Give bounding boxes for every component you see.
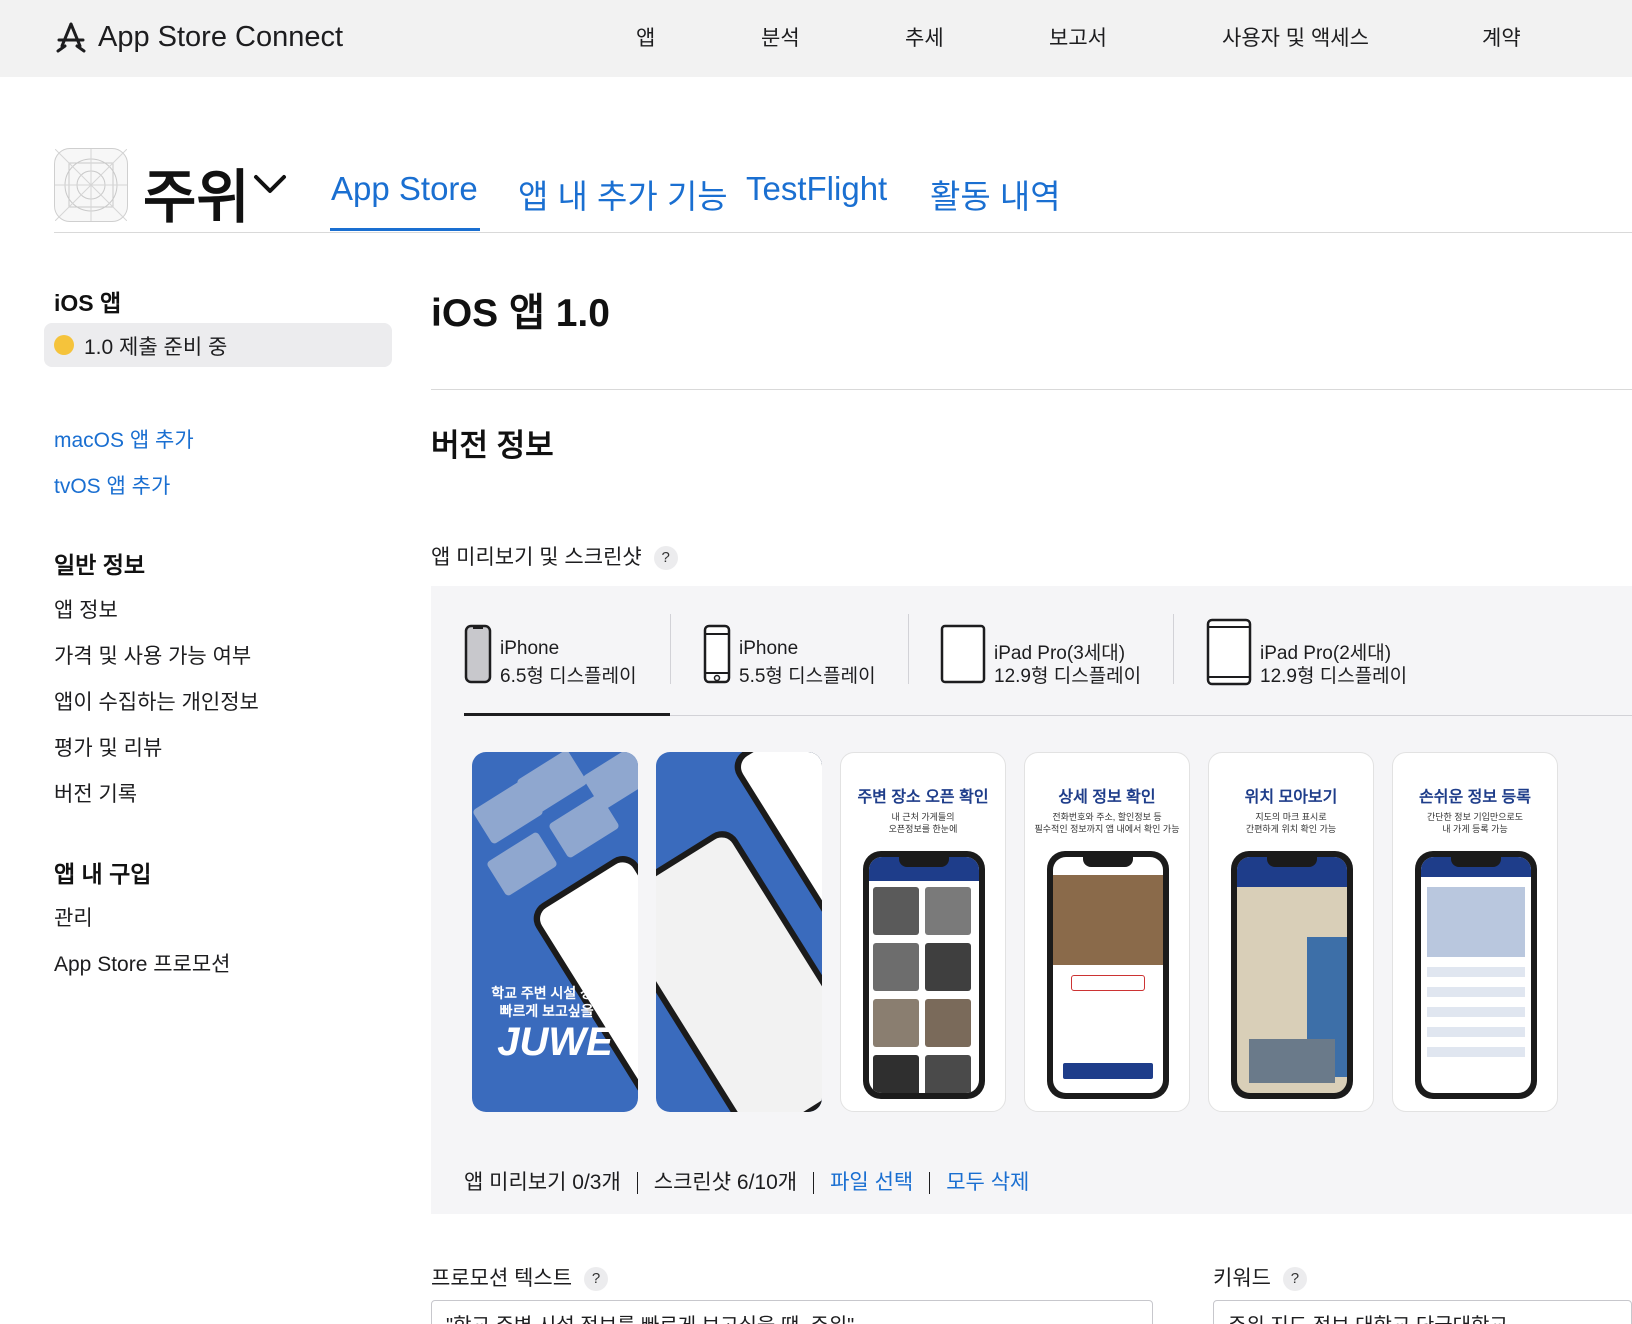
keywords-field[interactable]: 주위,지도,정보,대학교,단국대학교	[1213, 1300, 1632, 1324]
phone-mockup	[1415, 851, 1537, 1099]
feature-title: 상세 정보 확인	[1058, 789, 1156, 806]
device-size: 12.9형 디스플레이	[1260, 666, 1408, 687]
media-counts: 앱 미리보기 0/3개 스크린샷 6/10개 파일 선택 모두 삭제	[464, 1166, 1029, 1196]
nav-reports[interactable]: 보고서	[1049, 22, 1107, 52]
app-icon-placeholder	[54, 148, 128, 222]
header-divider	[54, 232, 1632, 233]
title-divider	[431, 389, 1632, 390]
sidebar-item-version-history[interactable]: 버전 기록	[54, 778, 137, 808]
phone-mockup	[863, 851, 985, 1099]
screenshot-5[interactable]: 위치 모아보기 지도의 마크 표시로 간편하게 위치 확인 가능	[1208, 752, 1374, 1112]
device-separator	[908, 614, 909, 684]
device-size: 12.9형 디스플레이	[994, 666, 1142, 687]
feature-title: 위치 모아보기	[1244, 789, 1338, 806]
promo-caption: 학교 주변 시설 정보를 빠르게 보고싶을 땐	[491, 985, 619, 1019]
nav-analytics[interactable]: 분석	[761, 22, 800, 52]
sidebar-item-privacy[interactable]: 앱이 수집하는 개인정보	[54, 686, 259, 716]
section-title: 버전 정보	[431, 428, 554, 463]
add-macos-app-link[interactable]: macOS 앱 추가	[54, 424, 194, 454]
feature-title: 주변 장소 오픈 확인	[857, 789, 989, 806]
app-store-logo-icon	[56, 22, 86, 53]
nav-users-access[interactable]: 사용자 및 액세스	[1222, 22, 1369, 52]
screenshot-4[interactable]: 상세 정보 확인 전화번호와 주소, 할인정보 등 필수적인 정보까지 앱 내에서…	[1024, 752, 1190, 1112]
device-tab-ipad-pro-3[interactable]: iPad Pro(3세대) 12.9형 디스플레이	[940, 616, 1150, 687]
media-label: 앱 미리보기 및 스크린샷?	[431, 541, 678, 571]
nav-apps[interactable]: 앱	[636, 22, 655, 52]
clock-status-icon	[54, 335, 74, 355]
screenshot-1[interactable]: 학교 주변 시설 정보를 빠르게 보고싶을 땐 JUWE	[472, 752, 638, 1112]
screenshot-count: 스크린샷 6/10개	[653, 1171, 798, 1194]
choose-file-link[interactable]: 파일 선택	[830, 1171, 913, 1194]
help-icon[interactable]: ?	[653, 546, 678, 571]
ipad-home-button-icon	[1206, 618, 1252, 686]
sidebar-item-app-store-promotions[interactable]: App Store 프로모션	[54, 948, 231, 978]
iphone-home-button-icon	[703, 624, 731, 684]
help-icon[interactable]: ?	[1282, 1267, 1307, 1292]
tab-in-app-features[interactable]: 앱 내 추가 기능	[518, 170, 728, 218]
sidebar-item-app-info[interactable]: 앱 정보	[54, 594, 118, 624]
tab-app-store[interactable]: App Store	[331, 170, 478, 208]
feature-subtitle: 전화번호와 주소, 할인정보 등 필수적인 정보까지 앱 내에서 확인 가능	[1034, 812, 1180, 834]
screenshot-6[interactable]: 손쉬운 정보 등록 간단한 정보 기입만으로도 내 가게 등록 가능	[1392, 752, 1558, 1112]
add-tvos-app-link[interactable]: tvOS 앱 추가	[54, 470, 170, 500]
screenshot-3[interactable]: 주변 장소 오픈 확인 내 근처 가게들의 오픈정보를 한눈에	[840, 752, 1006, 1112]
device-size: 5.5형 디스플레이	[739, 666, 876, 687]
sidebar-item-ratings[interactable]: 평가 및 리뷰	[54, 732, 162, 762]
device-name: iPhone	[739, 638, 799, 659]
ipad-icon	[940, 624, 986, 684]
device-tab-ipad-pro-2[interactable]: iPad Pro(2세대) 12.9형 디스플레이	[1206, 616, 1426, 687]
feature-subtitle: 지도의 마크 표시로 간편하게 위치 확인 가능	[1245, 812, 1337, 834]
promo-text-label-text: 프로모션 텍스트	[431, 1267, 573, 1290]
brand[interactable]: App Store Connect	[54, 20, 343, 54]
device-tab-iphone-65[interactable]: iPhone 6.5형 디스플레이	[464, 616, 664, 687]
device-size: 6.5형 디스플레이	[500, 666, 637, 687]
nav-trends[interactable]: 추세	[905, 22, 944, 52]
active-tab-indicator	[330, 228, 480, 231]
tab-activity[interactable]: 활동 내역	[930, 170, 1061, 218]
brand-name: App Store Connect	[98, 20, 344, 53]
device-separator	[670, 614, 671, 684]
app-name[interactable]: 주위	[143, 150, 250, 234]
phone-mockup	[1047, 851, 1169, 1099]
iphone-filled-icon	[464, 624, 492, 684]
nav-agreements[interactable]: 계약	[1482, 22, 1521, 52]
sidebar-version-status[interactable]: 1.0 제출 준비 중	[44, 323, 392, 367]
screenshot-2[interactable]	[656, 752, 822, 1112]
phone-mockup	[1231, 851, 1353, 1099]
sidebar-item-pricing[interactable]: 가격 및 사용 가능 여부	[54, 640, 251, 670]
keywords-label-text: 키워드	[1213, 1267, 1271, 1290]
top-bar: App Store Connect 앱 분석 추세 보고서 사용자 및 액세스 …	[0, 0, 1632, 77]
chevron-down-icon[interactable]	[253, 173, 287, 197]
device-name: iPhone	[500, 638, 560, 659]
device-separator	[1173, 614, 1174, 684]
sidebar-iap-heading: 앱 내 구입	[54, 861, 152, 887]
sidebar-item-manage[interactable]: 관리	[54, 902, 93, 932]
active-device-indicator	[464, 713, 670, 716]
media-panel: iPhone 6.5형 디스플레이 iPhone 5.5형 디스플레이 iPad…	[431, 586, 1632, 1214]
promo-text-field[interactable]: "학교 주변 시설 정보를 빠르게 보고싶을 땐, 주위"	[431, 1300, 1153, 1324]
page-title: iOS 앱 1.0	[431, 292, 610, 335]
delete-all-link[interactable]: 모두 삭제	[946, 1171, 1029, 1194]
preview-count: 앱 미리보기 0/3개	[464, 1171, 621, 1194]
tab-testflight[interactable]: TestFlight	[746, 170, 887, 208]
keywords-label: 키워드?	[1213, 1262, 1307, 1292]
feature-title: 손쉬운 정보 등록	[1419, 789, 1531, 806]
media-label-text: 앱 미리보기 및 스크린샷	[431, 546, 642, 569]
device-tab-iphone-55[interactable]: iPhone 5.5형 디스플레이	[703, 616, 903, 687]
feature-subtitle: 간단한 정보 기입만으로도 내 가게 등록 가능	[1426, 812, 1524, 834]
promo-text-label: 프로모션 텍스트?	[431, 1262, 609, 1292]
sidebar-ios-heading: iOS 앱	[54, 290, 122, 316]
promo-brand: JUWE	[497, 1020, 613, 1064]
feature-subtitle: 내 근처 가게들의 오픈정보를 한눈에	[888, 812, 958, 834]
help-icon[interactable]: ?	[584, 1267, 609, 1292]
sidebar-general-heading: 일반 정보	[54, 552, 146, 578]
version-status-label: 1.0 제출 준비 중	[84, 336, 228, 359]
phone-mockup	[526, 849, 638, 1112]
